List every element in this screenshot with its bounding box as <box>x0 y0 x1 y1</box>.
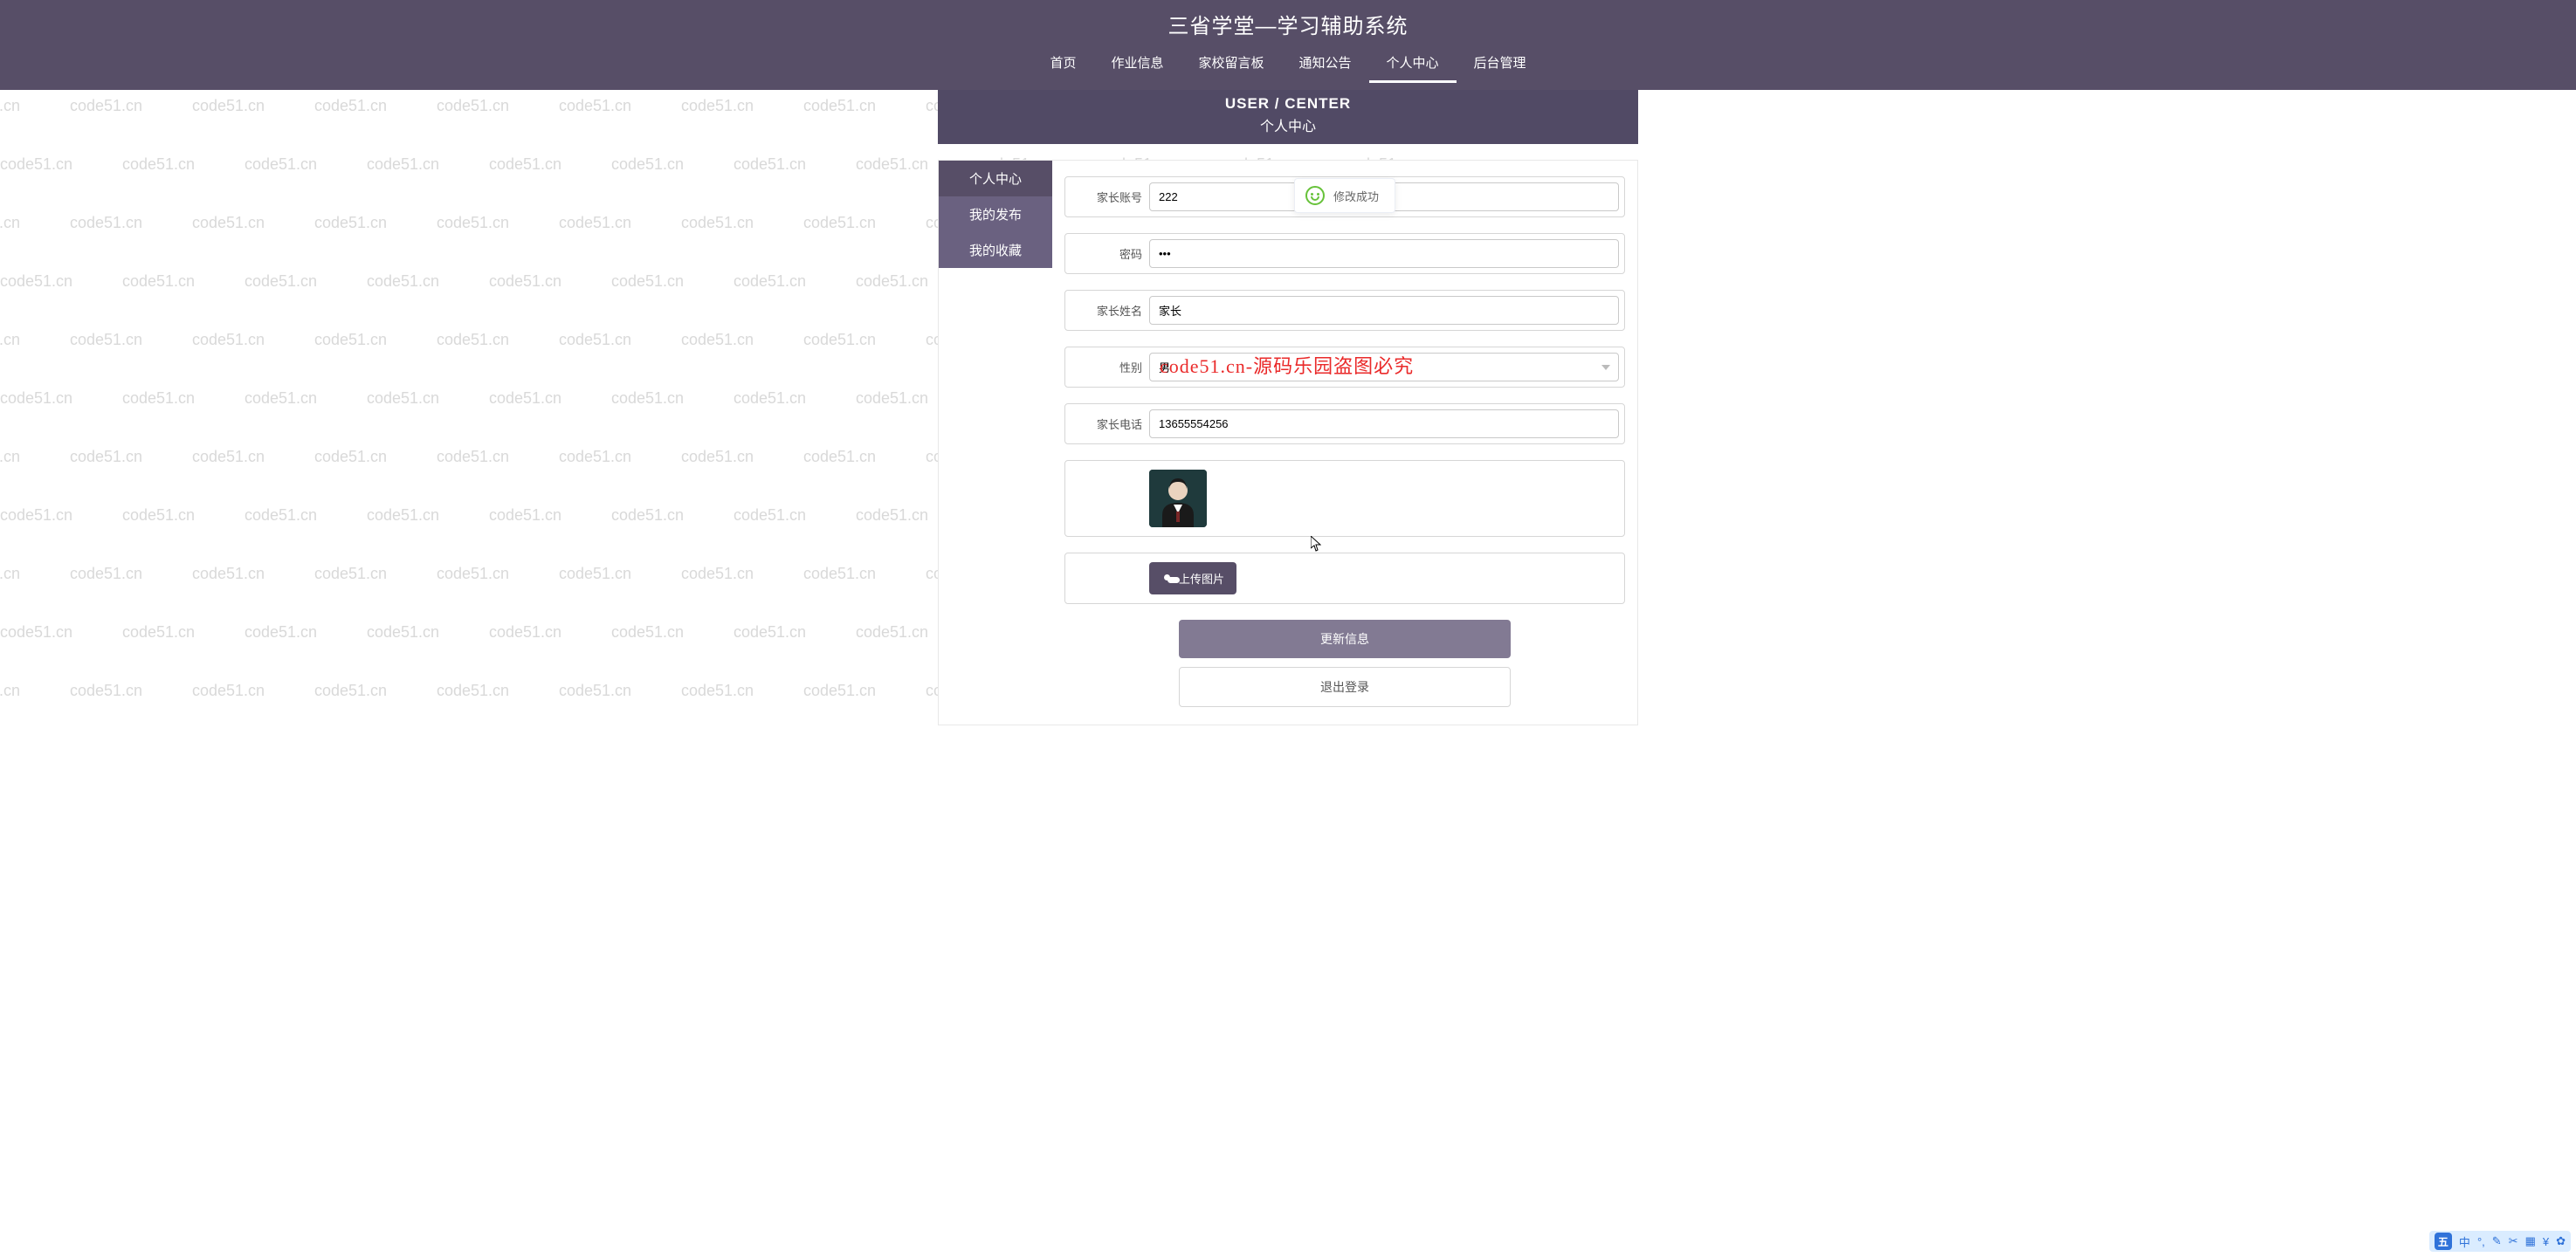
page-title-cn: 个人中心 <box>938 114 1638 135</box>
update-button[interactable]: 更新信息 <box>1179 620 1511 658</box>
cloud-upload-icon <box>1161 574 1174 583</box>
upload-label: 上传图片 <box>1179 570 1224 587</box>
ime-badge[interactable]: 五 <box>2435 1233 2452 1250</box>
page-title-band: USER / CENTER 个人中心 <box>938 90 1638 144</box>
row-password: 密码 <box>1064 233 1625 274</box>
header: 三省学堂—学习辅助系统 首页作业信息家校留言板通知公告个人中心后台管理 <box>0 0 2576 90</box>
input-password[interactable] <box>1149 239 1619 268</box>
label-gender: 性别 <box>1065 359 1149 375</box>
upload-button[interactable]: 上传图片 <box>1149 562 1236 594</box>
main-panel: 个人中心我的发布我的收藏 修改成功 家长账号 密码 家长姓名 性别 <box>938 160 1638 725</box>
ime-item-1[interactable]: °, <box>2477 1235 2485 1248</box>
smile-icon <box>1305 186 1325 205</box>
sidebar: 个人中心我的发布我的收藏 <box>939 161 1052 725</box>
label-account: 家长账号 <box>1065 189 1149 205</box>
input-phone[interactable] <box>1149 409 1619 438</box>
app-title: 三省学堂—学习辅助系统 <box>0 0 2576 45</box>
ime-item-6[interactable]: ✿ <box>2556 1234 2566 1248</box>
top-nav: 首页作业信息家校留言板通知公告个人中心后台管理 <box>0 45 2576 90</box>
input-name[interactable] <box>1149 296 1619 325</box>
avatar-box <box>1064 460 1625 537</box>
sidebar-item-1[interactable]: 我的发布 <box>939 196 1052 232</box>
row-phone: 家长电话 <box>1064 403 1625 444</box>
chevron-down-icon <box>1601 365 1610 370</box>
ime-item-2[interactable]: ✎ <box>2492 1234 2502 1248</box>
mouse-cursor-icon <box>1311 536 1321 552</box>
nav-item-5[interactable]: 后台管理 <box>1457 45 1544 83</box>
nav-item-1[interactable]: 作业信息 <box>1093 45 1181 83</box>
sidebar-item-2[interactable]: 我的收藏 <box>939 232 1052 268</box>
ime-item-5[interactable]: ¥ <box>2543 1235 2549 1248</box>
label-name: 家长姓名 <box>1065 302 1149 319</box>
form-content: 修改成功 家长账号 密码 家长姓名 性别 code51.cn-源码 <box>1052 161 1637 725</box>
ime-item-3[interactable]: ✂ <box>2509 1234 2518 1248</box>
nav-item-3[interactable]: 通知公告 <box>1282 45 1369 83</box>
ime-tray: 五 中 °, ✎ ✂ ▦ ¥ ✿ <box>2429 1231 2571 1252</box>
label-phone: 家长电话 <box>1065 416 1149 432</box>
row-gender: 性别 code51.cn-源码乐园盗图必究 <box>1064 347 1625 388</box>
success-toast: 修改成功 <box>1294 178 1395 213</box>
upload-box: 上传图片 <box>1064 553 1625 604</box>
label-password: 密码 <box>1065 245 1149 262</box>
sidebar-item-0[interactable]: 个人中心 <box>939 161 1052 196</box>
logout-button[interactable]: 退出登录 <box>1179 667 1511 707</box>
avatar-image <box>1149 470 1207 527</box>
nav-item-0[interactable]: 首页 <box>1032 45 1093 83</box>
toast-text: 修改成功 <box>1333 188 1379 204</box>
select-gender[interactable] <box>1149 353 1619 381</box>
nav-item-4[interactable]: 个人中心 <box>1369 45 1457 83</box>
page-title-en: USER / CENTER <box>938 95 1638 113</box>
ime-item-4[interactable]: ▦ <box>2525 1234 2536 1248</box>
nav-item-2[interactable]: 家校留言板 <box>1181 45 1281 83</box>
ime-item-0[interactable]: 中 <box>2459 1233 2470 1250</box>
row-name: 家长姓名 <box>1064 290 1625 331</box>
